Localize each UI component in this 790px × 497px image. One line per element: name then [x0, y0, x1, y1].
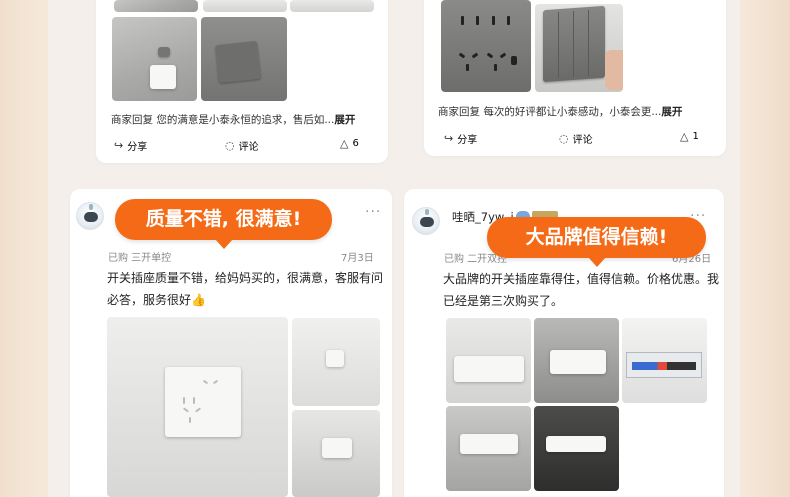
- review-date: 7月3日: [341, 253, 374, 264]
- highlight-bubble: 质量不错, 很满意!: [115, 199, 332, 249]
- review-photo[interactable]: [112, 17, 197, 101]
- share-button[interactable]: ↪ 分享: [114, 138, 147, 153]
- review-photo[interactable]: [446, 406, 531, 491]
- review-photo[interactable]: [534, 318, 619, 403]
- review-photo[interactable]: [292, 318, 380, 406]
- like-button[interactable]: △ 6: [340, 138, 359, 149]
- review-photo[interactable]: [622, 318, 707, 403]
- highlight-bubble: 大品牌值得信赖!: [487, 217, 706, 267]
- merchant-reply: 商家回复 您的满意是小泰永恒的追求，售后如...展开: [111, 114, 356, 126]
- review-photo[interactable]: [535, 4, 623, 92]
- like-button[interactable]: △ 1: [680, 131, 699, 142]
- review-photo[interactable]: [292, 410, 380, 497]
- review-photo[interactable]: [534, 406, 619, 491]
- expand-link[interactable]: 展开: [661, 106, 682, 118]
- review-photo[interactable]: [441, 0, 531, 92]
- share-icon: ↪: [114, 139, 124, 152]
- purchased-variant: 已购 三开单控: [108, 253, 172, 264]
- review-photo[interactable]: [203, 0, 287, 12]
- review-photo[interactable]: [201, 17, 287, 101]
- review-photo[interactable]: [446, 318, 531, 403]
- avatar[interactable]: [412, 207, 440, 235]
- share-icon: ↪: [444, 132, 454, 145]
- review-text: 开关插座质量不错，给妈妈买的，很满意，客服有问必答，服务很好👍: [107, 271, 384, 307]
- thumbs-up-icon: △: [340, 137, 349, 150]
- share-button[interactable]: ↪ 分享: [444, 131, 477, 146]
- review-photo[interactable]: [290, 0, 374, 12]
- merchant-reply: 商家回复 每次的好评都让小泰感动，小泰会更...展开: [438, 106, 683, 118]
- comment-button[interactable]: ◌ 评论: [559, 131, 593, 146]
- comment-button[interactable]: ◌ 评论: [225, 138, 259, 153]
- more-dots-icon[interactable]: ···: [365, 204, 381, 220]
- thumbs-up-icon: △: [680, 130, 689, 143]
- comment-icon: ◌: [225, 139, 235, 152]
- comment-icon: ◌: [559, 132, 569, 145]
- expand-link[interactable]: 展开: [334, 114, 355, 126]
- avatar[interactable]: [76, 202, 104, 230]
- review-photo[interactable]: [114, 0, 198, 12]
- review-text: 大品牌的开关插座靠得住，值得信赖。价格优惠。我已经是第三次购买了。: [443, 272, 720, 308]
- review-photo[interactable]: [107, 317, 288, 497]
